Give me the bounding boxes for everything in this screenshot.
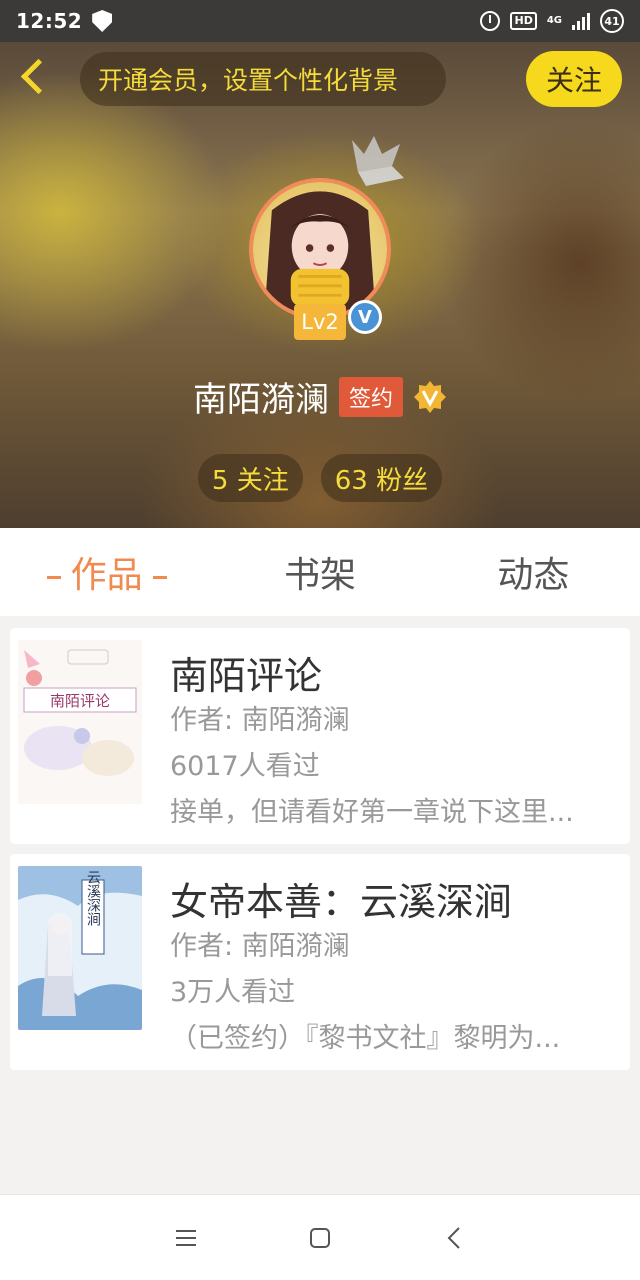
nav-back-button[interactable] [387, 1195, 521, 1280]
home-square-icon [310, 1227, 330, 1248]
profile-tabs: 作品 书架 动态 [0, 528, 640, 616]
menu-icon [176, 1229, 196, 1246]
back-button[interactable] [14, 58, 54, 98]
book-author: 作者: 南陌漪澜 [170, 931, 350, 962]
avatar-image [249, 178, 391, 320]
tab-indicator-left [46, 575, 61, 579]
system-nav-bar [0, 1194, 640, 1280]
tab-bookshelf[interactable]: 书架 [213, 546, 426, 598]
book-views: 3万人看过 [170, 977, 296, 1008]
book-title: 南陌评论 [170, 654, 323, 698]
book-item[interactable]: 南陌评论 南陌评论 作者: 南陌漪澜 6017人看过 接单，但请看好第一章说下这… [10, 628, 630, 844]
tab-works-label: 作品 [70, 555, 143, 596]
book-item[interactable]: 云溪深涧 女帝本善：云溪深涧 作者: 南陌漪澜 3万人看过 （已签约）『黎书文社… [10, 854, 630, 1070]
following-count[interactable]: 5 关注 [197, 454, 303, 502]
signed-badge: 签约 [338, 376, 403, 417]
book-views: 6017人看过 [170, 751, 320, 782]
book-summary: （已签约）『黎书文社』黎明为... [170, 1023, 561, 1054]
name-row: 南陌漪澜 签约 [0, 372, 640, 421]
book-title: 女帝本善：云溪深涧 [170, 880, 513, 924]
book-summary: 接单，但请看好第一章说下这里... [170, 797, 574, 828]
book-cover-text: 云溪深涧 [85, 870, 101, 926]
verified-icon: V [348, 300, 382, 334]
followers-count[interactable]: 63 粉丝 [320, 454, 443, 502]
book-info: 女帝本善：云溪深涧 作者: 南陌漪澜 3万人看过 （已签约）『黎书文社』黎明为.… [170, 866, 620, 1070]
book-cover-text: 南陌评论 [50, 692, 110, 710]
menu-button[interactable] [119, 1195, 253, 1280]
status-icons: HD 4G 41 [480, 9, 624, 33]
vip-star-icon [414, 380, 446, 413]
profile-header: 开通会员，设置个性化背景 关注 Lv2 V 南陌漪澜 签约 5 关注 63 粉丝 [0, 42, 640, 528]
hd-icon: HD [510, 12, 537, 30]
stats-row: 5 关注 63 粉丝 [0, 454, 640, 502]
vip-background-banner[interactable]: 开通会员，设置个性化背景 [80, 52, 446, 106]
level-badge: Lv2 [294, 304, 346, 340]
tab-activity[interactable]: 动态 [427, 546, 640, 598]
avatar[interactable] [249, 178, 391, 320]
home-button[interactable] [253, 1195, 387, 1280]
book-list: 南陌评论 南陌评论 作者: 南陌漪澜 6017人看过 接单，但请看好第一章说下这… [10, 628, 630, 1080]
alarm-icon [480, 11, 501, 31]
signal-icon [572, 12, 590, 30]
tab-works[interactable]: 作品 [0, 546, 213, 598]
status-bar: 12:52 HD 4G 41 [0, 0, 640, 42]
battery-icon: 41 [600, 9, 624, 33]
shield-icon [92, 10, 113, 32]
tab-indicator-right [152, 575, 167, 579]
chevron-left-icon [447, 1226, 460, 1249]
book-cover: 南陌评论 [18, 640, 142, 804]
book-author: 作者: 南陌漪澜 [170, 705, 350, 736]
follow-button[interactable]: 关注 [526, 51, 622, 107]
network-type-icon: 4G [546, 15, 562, 26]
user-name: 南陌漪澜 [192, 380, 329, 420]
status-time: 12:52 [16, 9, 83, 33]
book-info: 南陌评论 作者: 南陌漪澜 6017人看过 接单，但请看好第一章说下这里... [170, 640, 620, 844]
book-cover: 云溪深涧 [18, 866, 142, 1030]
